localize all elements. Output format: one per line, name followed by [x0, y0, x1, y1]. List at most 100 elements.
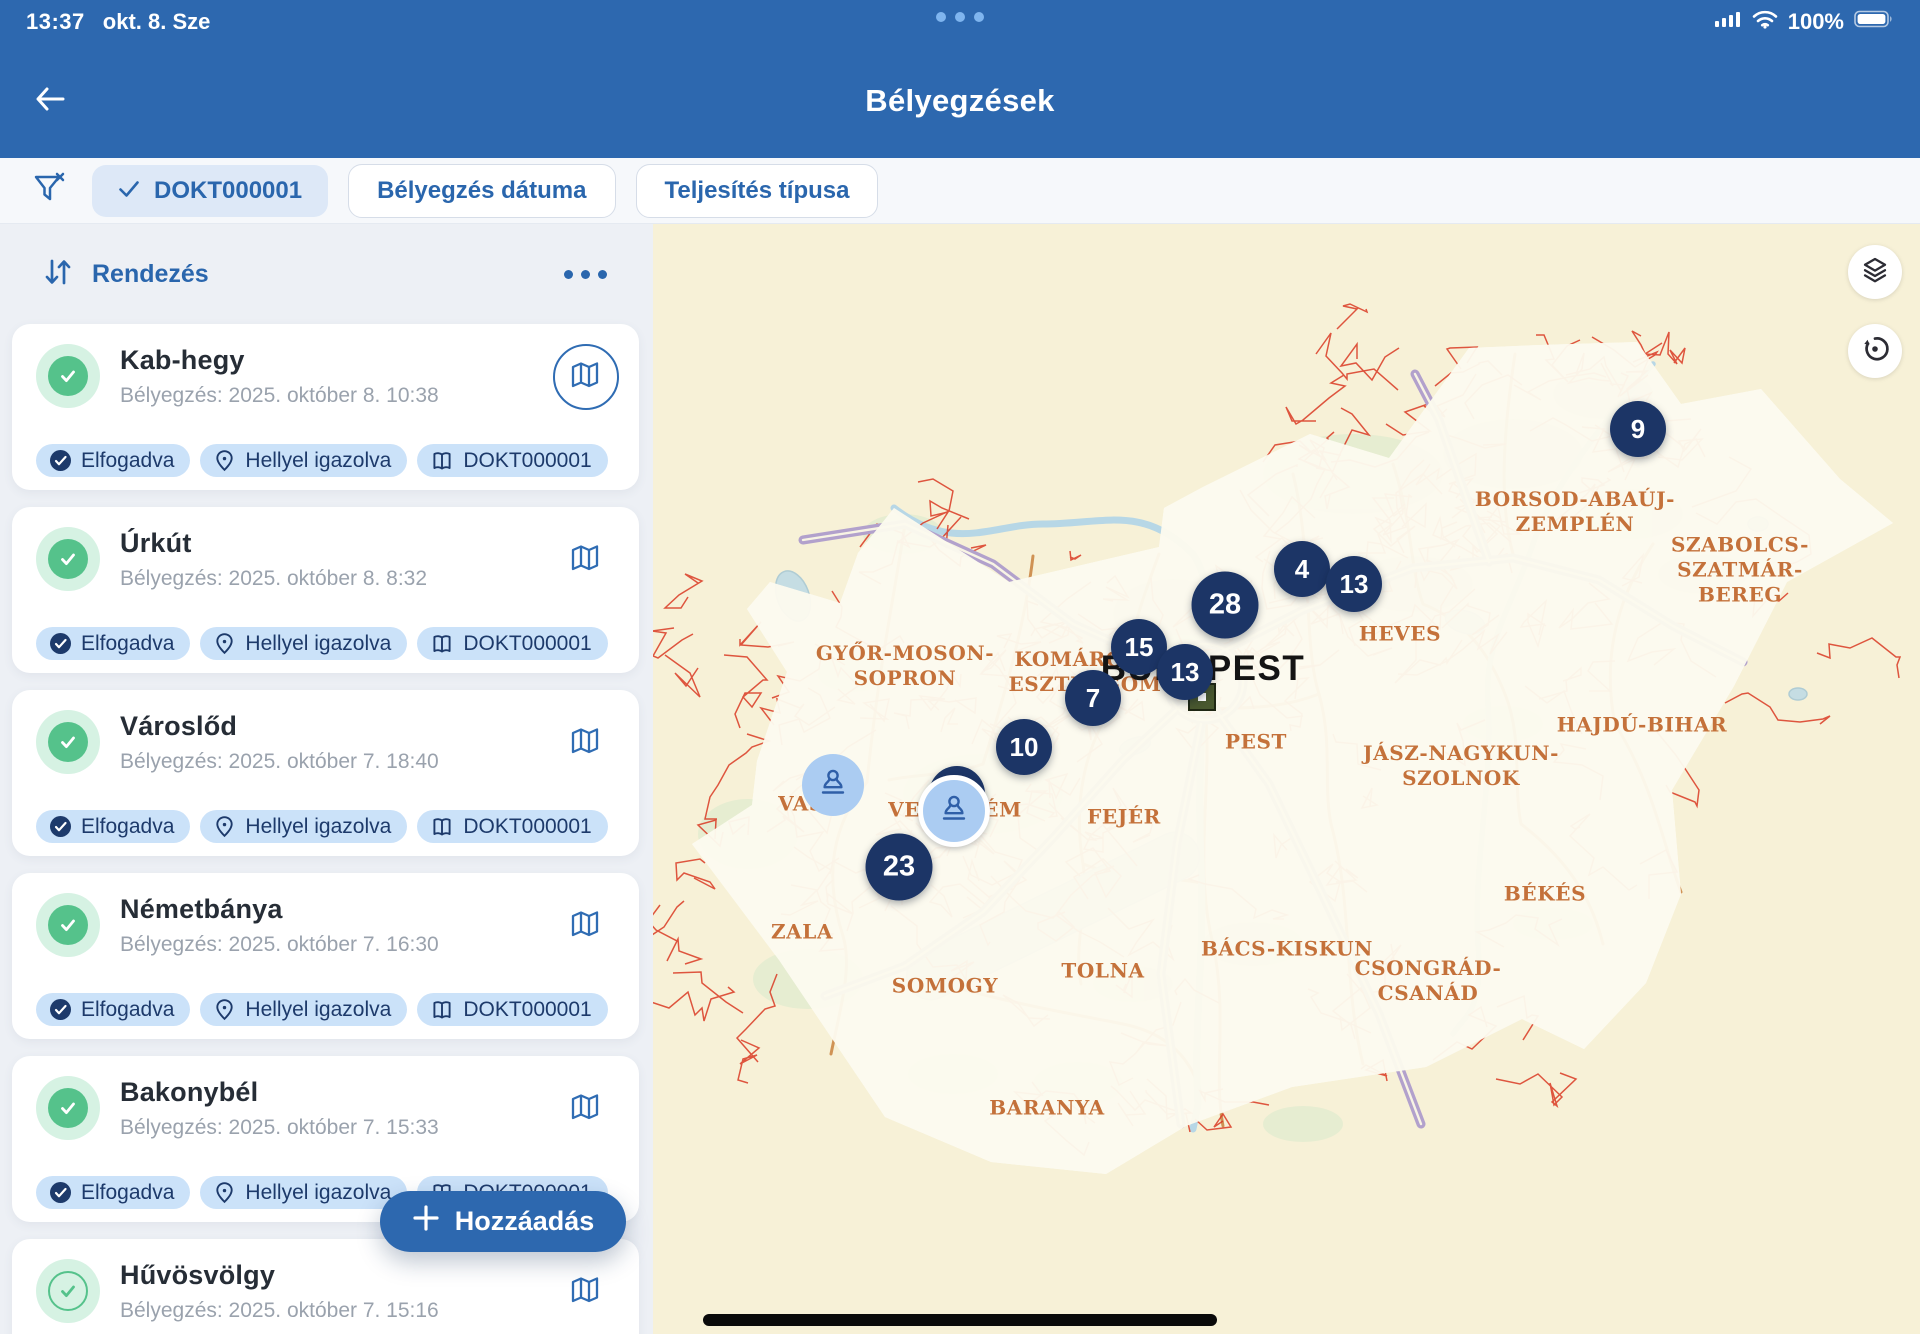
- list-item[interactable]: Kab-hegy Bélyegzés: 2025. október 8. 10:…: [12, 324, 639, 490]
- plus-icon: [412, 1204, 440, 1239]
- filter-bar: DOKT000001 Bélyegzés dátuma Teljesítés t…: [0, 158, 1920, 224]
- location-pin-icon: [213, 449, 236, 472]
- county-label: JÁSZ-NAGYKUN- SZOLNOK: [1363, 741, 1559, 791]
- stamp-timestamp: Bélyegzés: 2025. október 8. 8:32: [120, 567, 427, 591]
- clear-filters-button[interactable]: [26, 169, 72, 212]
- location-pin-icon: [213, 1181, 236, 1204]
- list-item[interactable]: Németbánya Bélyegzés: 2025. október 7. 1…: [12, 873, 639, 1039]
- status-badge: Elfogadva: [36, 444, 190, 477]
- show-on-map-button[interactable]: [553, 710, 619, 776]
- check-circle-icon: [49, 815, 72, 838]
- map-icon: [568, 1091, 604, 1128]
- badge-label: Elfogadva: [81, 449, 174, 473]
- layers-button[interactable]: [1848, 245, 1902, 299]
- check-circle-icon: [49, 1181, 72, 1204]
- add-button-label: Hozzáadás: [455, 1206, 595, 1237]
- list-item[interactable]: Városlőd Bélyegzés: 2025. október 7. 18:…: [12, 690, 639, 856]
- status-badge: Elfogadva: [36, 810, 190, 843]
- map-cluster-marker[interactable]: 23: [866, 834, 933, 901]
- stamp-location-name: Kab-hegy: [120, 345, 439, 376]
- list-item[interactable]: Hűvösvölgy Bélyegzés: 2025. október 7. 1…: [12, 1239, 639, 1334]
- show-on-map-button[interactable]: [553, 893, 619, 959]
- back-button[interactable]: [22, 73, 78, 129]
- check-circle-icon: [49, 998, 72, 1021]
- add-button[interactable]: Hozzáadás: [380, 1191, 626, 1252]
- map-cluster-marker[interactable]: 28: [1192, 572, 1259, 639]
- show-on-map-button[interactable]: [553, 527, 619, 593]
- location-pin-icon: [213, 998, 236, 1021]
- badge-label: Elfogadva: [81, 998, 174, 1022]
- map-cluster-marker[interactable]: 9: [1610, 401, 1666, 457]
- show-on-map-button[interactable]: [553, 1076, 619, 1142]
- status-badge: Elfogadva: [36, 1176, 190, 1209]
- focus-dots-icon: [936, 12, 984, 22]
- document-book-icon: [430, 632, 454, 655]
- accepted-status-icon: [36, 893, 100, 957]
- stamp-timestamp: Bélyegzés: 2025. október 7. 16:30: [120, 933, 439, 957]
- ellipsis-icon: [564, 270, 573, 279]
- document-filter-label: DOKT000001: [154, 177, 302, 205]
- county-label: GYŐR-MOSON- SOPRON: [816, 641, 994, 691]
- show-on-map-button[interactable]: [553, 344, 619, 410]
- show-on-map-button[interactable]: [553, 1259, 619, 1325]
- stamp-location-name: Városlőd: [120, 711, 439, 742]
- map-icon: [568, 542, 604, 579]
- stamp-timestamp: Bélyegzés: 2025. október 7. 15:33: [120, 1116, 439, 1140]
- sort-button[interactable]: Rendezés: [92, 260, 209, 289]
- map-cluster-marker[interactable]: 7: [1065, 670, 1121, 726]
- document-book-icon: [430, 998, 454, 1021]
- date-filter-button[interactable]: Bélyegzés dátuma: [348, 164, 615, 218]
- county-label: CSONGRÁD- CSANÁD: [1355, 956, 1502, 1006]
- map-cluster-marker[interactable]: 13: [1157, 644, 1213, 700]
- map[interactable]: BUDAPEST GYŐR-MOSON- SOPRONKOMÁROM- ESZT…: [653, 224, 1920, 1334]
- app-screen: 13:37 okt. 8. Sze 100%: [0, 0, 1920, 1334]
- document-filter-chip[interactable]: DOKT000001: [92, 165, 328, 217]
- stamp-marker[interactable]: [918, 775, 990, 847]
- layers-icon: [1859, 254, 1891, 291]
- sort-row: Rendezés: [0, 224, 653, 324]
- accepted-status-icon: [36, 1076, 100, 1140]
- check-circle-icon: [49, 632, 72, 655]
- stamp-location-name: Hűvösvölgy: [120, 1260, 439, 1291]
- map-icon: [568, 359, 604, 396]
- reset-view-button[interactable]: [1848, 324, 1902, 378]
- home-indicator[interactable]: [703, 1314, 1217, 1326]
- list-item[interactable]: Úrkút Bélyegzés: 2025. október 8. 8:32 E…: [12, 507, 639, 673]
- map-cluster-marker[interactable]: 10: [996, 719, 1052, 775]
- list-menu-button[interactable]: [556, 262, 615, 287]
- status-badge: Hellyel igazolva: [200, 810, 407, 843]
- stamp-marker[interactable]: [802, 754, 864, 816]
- filter-clear-icon: [30, 169, 68, 212]
- page-title: Bélyegzések: [0, 83, 1920, 119]
- status-bar: 13:37 okt. 8. Sze 100%: [0, 0, 1920, 44]
- stamp-location-name: Bakonybél: [120, 1077, 439, 1108]
- map-icon: [568, 908, 604, 945]
- header-bar: 13:37 okt. 8. Sze 100%: [0, 0, 1920, 158]
- stamp-location-name: Németbánya: [120, 894, 439, 925]
- stamp-timestamp: Bélyegzés: 2025. október 7. 15:16: [120, 1299, 439, 1323]
- map-icon: [568, 725, 604, 762]
- status-badge: DOKT000001: [417, 444, 607, 477]
- county-label: HEVES: [1359, 622, 1441, 647]
- stampings-list-panel: Rendezés Kab-hegy Bélyegzés: 2025. októb…: [0, 224, 653, 1334]
- status-badge: Hellyel igazolva: [200, 627, 407, 660]
- back-arrow-icon: [34, 85, 66, 118]
- location-pin-icon: [213, 632, 236, 655]
- badge-row: Elfogadva Hellyel igazolva DOKT000001: [36, 627, 619, 660]
- history-icon: [1859, 333, 1891, 370]
- badge-label: Elfogadva: [81, 815, 174, 839]
- accepted-status-icon: [36, 710, 100, 774]
- type-filter-button[interactable]: Teljesítés típusa: [636, 164, 879, 218]
- county-label: ZALA: [771, 920, 833, 945]
- county-label: SOMOGY: [892, 974, 998, 999]
- map-cluster-marker[interactable]: 13: [1326, 556, 1382, 612]
- status-badge: Elfogadva: [36, 993, 190, 1026]
- map-controls: [1848, 245, 1902, 378]
- accepted-status-icon: [36, 344, 100, 408]
- badge-row: Elfogadva Hellyel igazolva DOKT000001: [36, 444, 619, 477]
- badge-row: Elfogadva Hellyel igazolva DOKT000001: [36, 810, 619, 843]
- badge-label: Elfogadva: [81, 1181, 174, 1205]
- map-icon: [568, 1274, 604, 1311]
- map-cluster-marker[interactable]: 4: [1274, 541, 1330, 597]
- check-icon: [118, 177, 140, 205]
